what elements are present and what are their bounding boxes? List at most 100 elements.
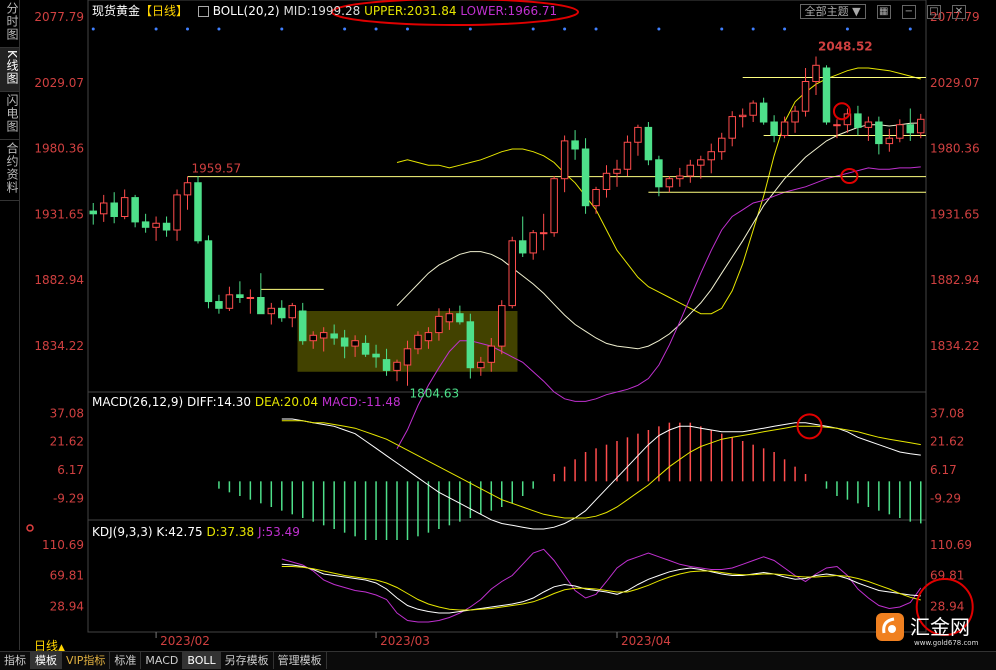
candle-body bbox=[278, 307, 286, 319]
minimize-icon[interactable]: − bbox=[901, 4, 916, 19]
macd-panel-header: MACD(26,12,9) DIFF:14.30 DEA:20.04 MACD:… bbox=[92, 395, 401, 409]
candle-body bbox=[89, 210, 97, 215]
tab-save-template[interactable]: 另存模板 bbox=[221, 652, 274, 669]
boll-mid: MID:1999.28 bbox=[283, 4, 361, 18]
candle-body bbox=[267, 307, 276, 315]
candle-body bbox=[477, 361, 485, 369]
macd-dea: DEA:20.04 bbox=[254, 395, 319, 409]
marker-dot bbox=[720, 27, 724, 31]
candle-body bbox=[571, 140, 579, 150]
candle-body bbox=[120, 197, 129, 218]
candle-body bbox=[403, 348, 412, 366]
candle-body bbox=[602, 172, 611, 191]
candle-body bbox=[801, 81, 810, 112]
candle-body bbox=[707, 151, 716, 161]
macd-diff: DIFF:14.30 bbox=[186, 395, 252, 409]
marker-dot bbox=[783, 27, 787, 31]
kdj-axis-right-label: 110.69 bbox=[930, 538, 972, 552]
candle-body bbox=[319, 332, 328, 339]
macd-panel-frame bbox=[87, 391, 927, 521]
tab-indicators[interactable]: 指标 bbox=[0, 652, 31, 669]
boll-icon bbox=[197, 6, 209, 17]
candle-body bbox=[529, 232, 537, 254]
all-topics-select[interactable]: 全部主题 ▼ bbox=[799, 4, 866, 19]
candle-body bbox=[686, 164, 695, 177]
candle-body bbox=[445, 313, 454, 323]
candle-body bbox=[738, 114, 747, 118]
marker-dot bbox=[343, 27, 347, 31]
candle-body bbox=[215, 301, 223, 309]
grid-icon[interactable]: ▦ bbox=[876, 4, 891, 19]
candle-body bbox=[131, 197, 139, 223]
candle-body bbox=[162, 222, 171, 231]
candle-body bbox=[770, 121, 778, 136]
price-axis-right-label: 1834.22 bbox=[930, 339, 980, 353]
settings-dot-icon[interactable] bbox=[26, 524, 34, 532]
candle-body bbox=[644, 126, 653, 161]
marker-dot bbox=[280, 27, 284, 31]
kdj-k-line bbox=[281, 563, 921, 614]
boll-lower-line bbox=[396, 166, 921, 449]
marker-dot bbox=[154, 27, 158, 31]
candle-body bbox=[592, 189, 600, 207]
marker-dot bbox=[845, 27, 849, 31]
candle-body bbox=[372, 353, 380, 358]
candle-body bbox=[382, 359, 391, 371]
candle-body bbox=[141, 221, 150, 228]
kdj-axis-left-label: 69.81 bbox=[50, 569, 84, 583]
kdj-j-line bbox=[281, 548, 922, 623]
chart-canvas[interactable]: 2077.79 2077.792029.07 2029.071980.36 1980.… bbox=[0, 0, 996, 651]
candle-body bbox=[581, 148, 590, 207]
kdj-j: J:53.49 bbox=[257, 525, 300, 539]
logo-url: www.gold678.com bbox=[914, 639, 979, 647]
low-label: 1804.63 bbox=[409, 387, 459, 401]
price-axis-left-label: 2077.79 bbox=[34, 10, 84, 24]
candle-body bbox=[749, 102, 757, 116]
boll-upper: UPPER:2031.84 bbox=[364, 4, 457, 18]
price-panel-header: 现货黄金【日线】 BOLL(20,2) MID:1999.28 UPPER:20… bbox=[92, 2, 557, 19]
restore-icon[interactable]: □ bbox=[926, 4, 941, 19]
price-axis-left-label: 1931.65 bbox=[34, 207, 84, 221]
candle-body bbox=[833, 124, 841, 127]
candle-body bbox=[110, 202, 118, 217]
candle-body bbox=[676, 175, 684, 180]
macd-dea-line bbox=[281, 420, 921, 519]
tab-standard[interactable]: 标准 bbox=[110, 652, 142, 669]
all-topics-label: 全部主题 bbox=[804, 5, 849, 18]
tab-vip-indicators[interactable]: VIP指标 bbox=[62, 652, 111, 669]
candle-body bbox=[875, 121, 883, 145]
candle-body bbox=[351, 340, 359, 347]
candle-body bbox=[560, 140, 569, 180]
tab-manage-templates[interactable]: 管理模板 bbox=[274, 652, 327, 669]
marker-dot bbox=[217, 27, 221, 31]
macd-axis-right-label: 37.08 bbox=[930, 406, 964, 420]
price-axis-left-label: 1980.36 bbox=[34, 142, 84, 156]
candle-body bbox=[466, 321, 475, 369]
candle-body bbox=[456, 313, 464, 323]
candle-body bbox=[435, 315, 443, 334]
chevron-down-icon: ▼ bbox=[852, 5, 861, 18]
price-axis-right-label: 1882.94 bbox=[930, 273, 980, 287]
bottom-toolbar: 指标 模板 VIP指标 标准 MACD BOLL 另存模板 管理模板 bbox=[0, 651, 996, 670]
chart-window: 分时图 K线图 闪电图 合约资料 2077.79 2077.79 2029.07 20… bbox=[0, 0, 996, 670]
candle-body bbox=[487, 345, 496, 363]
close-icon[interactable]: ✕ bbox=[952, 4, 966, 19]
kdj-d: D:37.38 bbox=[206, 525, 255, 539]
candle-body bbox=[550, 178, 558, 234]
candle-body bbox=[298, 310, 307, 342]
marker-dot bbox=[405, 27, 409, 31]
candle-body bbox=[539, 232, 548, 235]
tab-boll[interactable]: BOLL bbox=[183, 652, 221, 669]
macd-axis-right-label: 6.17 bbox=[930, 463, 957, 477]
high-label: 2048.52 bbox=[818, 39, 873, 53]
macd-axis-right-label: 21.62 bbox=[930, 435, 964, 449]
time-axis-label: 2023/04 bbox=[621, 634, 671, 648]
time-axis-label: 2023/03 bbox=[380, 634, 430, 648]
logo-text: 汇金网 bbox=[910, 615, 970, 639]
candle-body bbox=[697, 159, 705, 166]
price-axis-left-label: 1882.94 bbox=[34, 273, 84, 287]
candle-body bbox=[288, 305, 297, 319]
tab-macd[interactable]: MACD bbox=[141, 652, 184, 669]
tab-template[interactable]: 模板 bbox=[31, 652, 62, 669]
candle-body bbox=[623, 141, 632, 170]
